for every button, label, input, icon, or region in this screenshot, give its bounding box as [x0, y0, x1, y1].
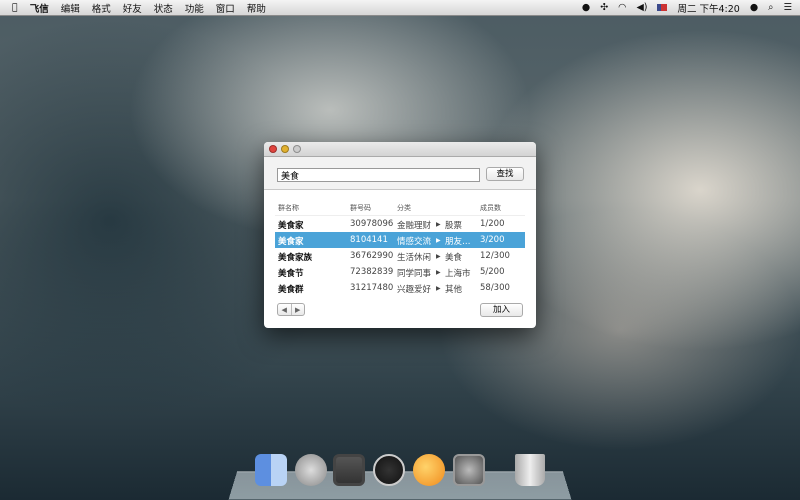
header-members[interactable]: 成员数: [480, 203, 501, 213]
menu-format[interactable]: 格式: [92, 1, 111, 15]
group-category: 情感交流: [397, 235, 431, 247]
header-id[interactable]: 群号码: [350, 203, 371, 213]
group-subcategory: 其他: [445, 283, 462, 295]
group-id: 72382839: [350, 267, 393, 277]
next-page-button[interactable]: ▶: [292, 304, 305, 315]
dock-fetion-icon[interactable]: [413, 454, 445, 486]
menu-functions[interactable]: 功能: [185, 1, 204, 15]
menu-friends[interactable]: 好友: [123, 1, 142, 15]
table-row[interactable]: 美食家族 36762990 生活休闲 美食 12/300 ▶: [275, 248, 525, 264]
fetion-status-icon[interactable]: ●: [582, 2, 590, 13]
bluetooth-icon[interactable]: ✣: [600, 2, 608, 13]
dock-dashboard-icon[interactable]: [373, 454, 405, 486]
header-name[interactable]: 群名称: [278, 203, 299, 213]
group-category: 兴趣爱好: [397, 283, 431, 295]
category-arrow-icon: ▶: [436, 253, 441, 260]
menu-status[interactable]: 状态: [154, 1, 173, 15]
prev-page-button[interactable]: ◀: [278, 304, 292, 315]
pager: ◀ ▶: [277, 303, 305, 316]
group-members: 3/200: [480, 235, 505, 245]
group-name: 美食群: [278, 283, 304, 295]
group-subcategory: 朋友…: [445, 235, 471, 247]
apple-menu-icon[interactable]: : [12, 2, 18, 13]
group-subcategory: 上海市: [445, 267, 471, 279]
close-button[interactable]: [269, 145, 277, 153]
user-icon[interactable]: ●: [750, 2, 758, 13]
group-id: 31217480: [350, 283, 393, 293]
dock-finder-icon[interactable]: [255, 454, 287, 486]
table-row[interactable]: 美食家 8104141 情感交流 朋友… 3/200 ▶: [275, 232, 525, 248]
dock-trash-icon[interactable]: [515, 454, 545, 486]
category-arrow-icon: ▶: [436, 237, 441, 244]
category-arrow-icon: ▶: [436, 221, 441, 228]
join-button[interactable]: 加入: [480, 303, 523, 317]
group-name: 美食家: [278, 235, 304, 247]
dock-system-preferences-icon[interactable]: [453, 454, 485, 486]
group-members: 1/200: [480, 219, 505, 229]
menu-edit[interactable]: 编辑: [61, 1, 80, 15]
clock[interactable]: 周二 下午4:20: [677, 1, 739, 15]
spotlight-icon[interactable]: ⌕: [768, 2, 773, 13]
header-category[interactable]: 分类: [397, 203, 411, 213]
group-id: 30978096: [350, 219, 393, 229]
menu-bar:  飞信 编辑 格式 好友 状态 功能 窗口 帮助 ● ✣ ◠ ◀) 周二 下午…: [0, 0, 800, 16]
minimize-button[interactable]: [281, 145, 289, 153]
search-group-window: 查找 群名称 群号码 分类 成员数 美食家 30978096 金融理财 股票 1/200…: [264, 142, 536, 328]
title-bar: [264, 142, 536, 157]
search-input[interactable]: [277, 168, 480, 182]
group-members: 5/200: [480, 267, 505, 277]
dock-launchpad-icon[interactable]: [295, 454, 327, 486]
wifi-icon[interactable]: ◠: [618, 2, 626, 13]
category-arrow-icon: ▶: [436, 285, 441, 292]
group-id: 36762990: [350, 251, 393, 261]
dock-iphoto-icon[interactable]: [333, 454, 365, 486]
notification-center-icon[interactable]: ☰: [783, 2, 792, 13]
table-header: 群名称 群号码 分类 成员数: [275, 200, 525, 216]
group-members: 58/300: [480, 283, 510, 293]
menu-app[interactable]: 飞信: [30, 1, 49, 15]
table-row[interactable]: 美食节 72382839 同学同事 上海市 5/200 ▶: [275, 264, 525, 280]
group-category: 金融理财: [397, 219, 431, 231]
group-category: 生活休闲: [397, 251, 431, 263]
category-arrow-icon: ▶: [436, 269, 441, 276]
group-name: 美食节: [278, 267, 304, 279]
group-subcategory: 美食: [445, 251, 462, 263]
group-category: 同学同事: [397, 267, 431, 279]
zoom-button[interactable]: [293, 145, 301, 153]
volume-icon[interactable]: ◀): [636, 2, 647, 13]
table-row[interactable]: 美食群 31217480 兴趣爱好 其他 58/300 ▶: [275, 280, 525, 296]
group-subcategory: 股票: [445, 219, 462, 231]
menu-help[interactable]: 帮助: [247, 1, 266, 15]
group-members: 12/300: [480, 251, 510, 261]
group-name: 美食家族: [278, 251, 312, 263]
search-button[interactable]: 查找: [486, 167, 524, 181]
table-row[interactable]: 美食家 30978096 金融理财 股票 1/200 ▶: [275, 216, 525, 232]
flag-icon[interactable]: [657, 4, 667, 11]
menu-window[interactable]: 窗口: [216, 1, 235, 15]
group-name: 美食家: [278, 219, 304, 231]
group-id: 8104141: [350, 235, 388, 245]
